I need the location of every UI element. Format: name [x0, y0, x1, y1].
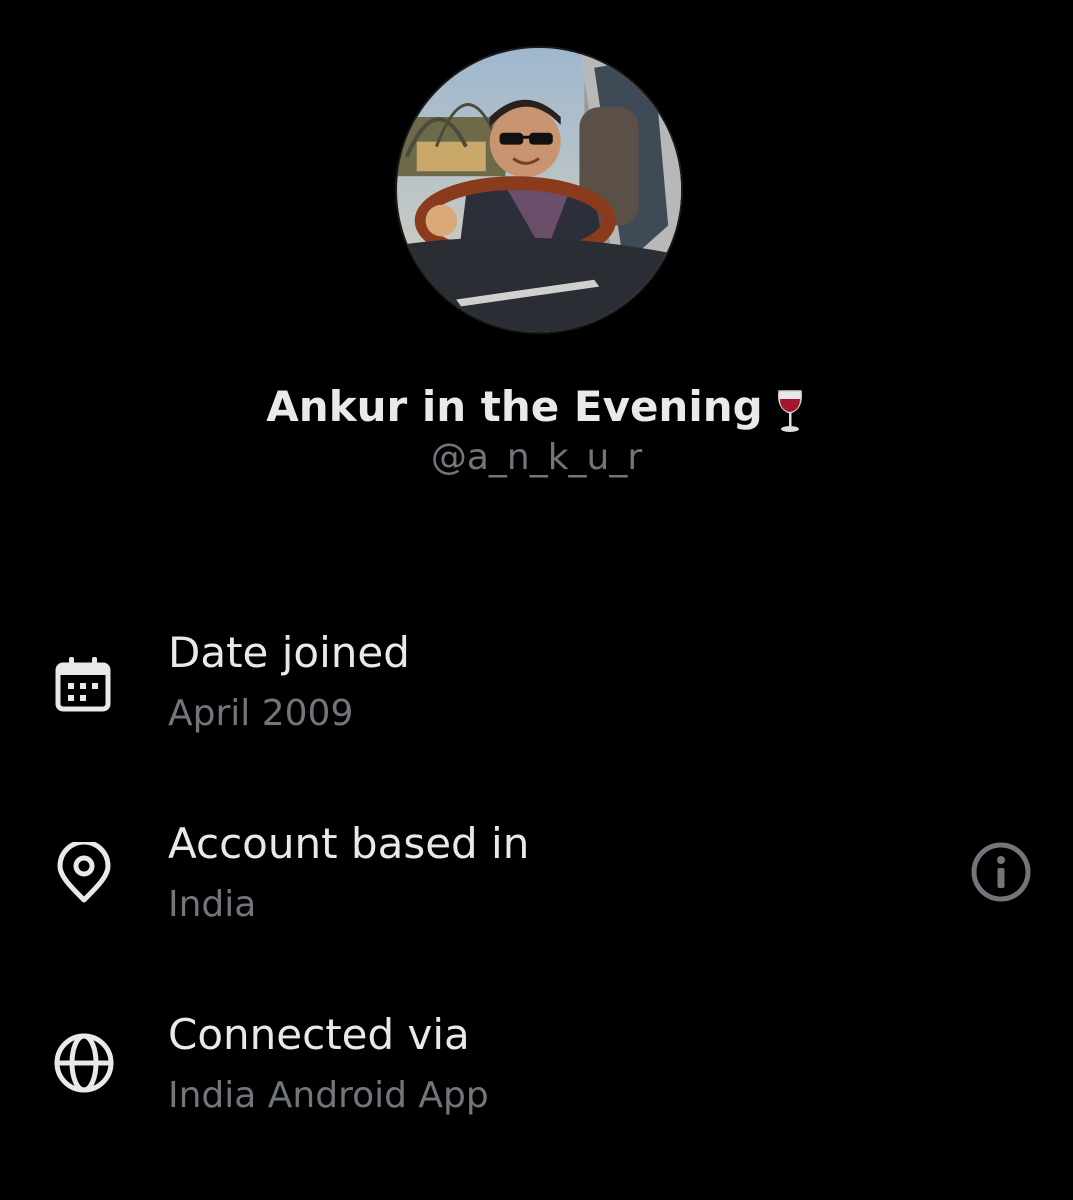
info-icon[interactable]	[969, 840, 1033, 904]
connected-via-title: Connected via	[168, 1010, 470, 1059]
account-based-in-title: Account based in	[168, 819, 530, 868]
location-pin-icon	[52, 839, 116, 906]
date-joined-title: Date joined	[168, 628, 410, 677]
account-based-in-value: India	[168, 884, 257, 925]
date-joined-row: Date joined April 2009	[0, 625, 1073, 775]
profile-handle: @a_n_k_u_r	[430, 437, 643, 478]
display-name: Ankur in the Evening	[266, 382, 763, 431]
wine-glass-icon	[773, 385, 807, 435]
account-based-in-row: Account based in India	[0, 816, 1073, 966]
connected-via-value: India Android App	[168, 1075, 489, 1116]
calendar-icon	[52, 653, 116, 717]
globe-icon	[52, 1031, 116, 1095]
profile-name-row: Ankur in the Evening	[0, 380, 1073, 435]
date-joined-value: April 2009	[168, 693, 354, 734]
connected-via-row: Connected via India Android App	[0, 1007, 1073, 1157]
avatar[interactable]	[395, 46, 683, 334]
account-about-page: Ankur in the Evening @a_n_k_u_r Date joi…	[0, 0, 1073, 1200]
